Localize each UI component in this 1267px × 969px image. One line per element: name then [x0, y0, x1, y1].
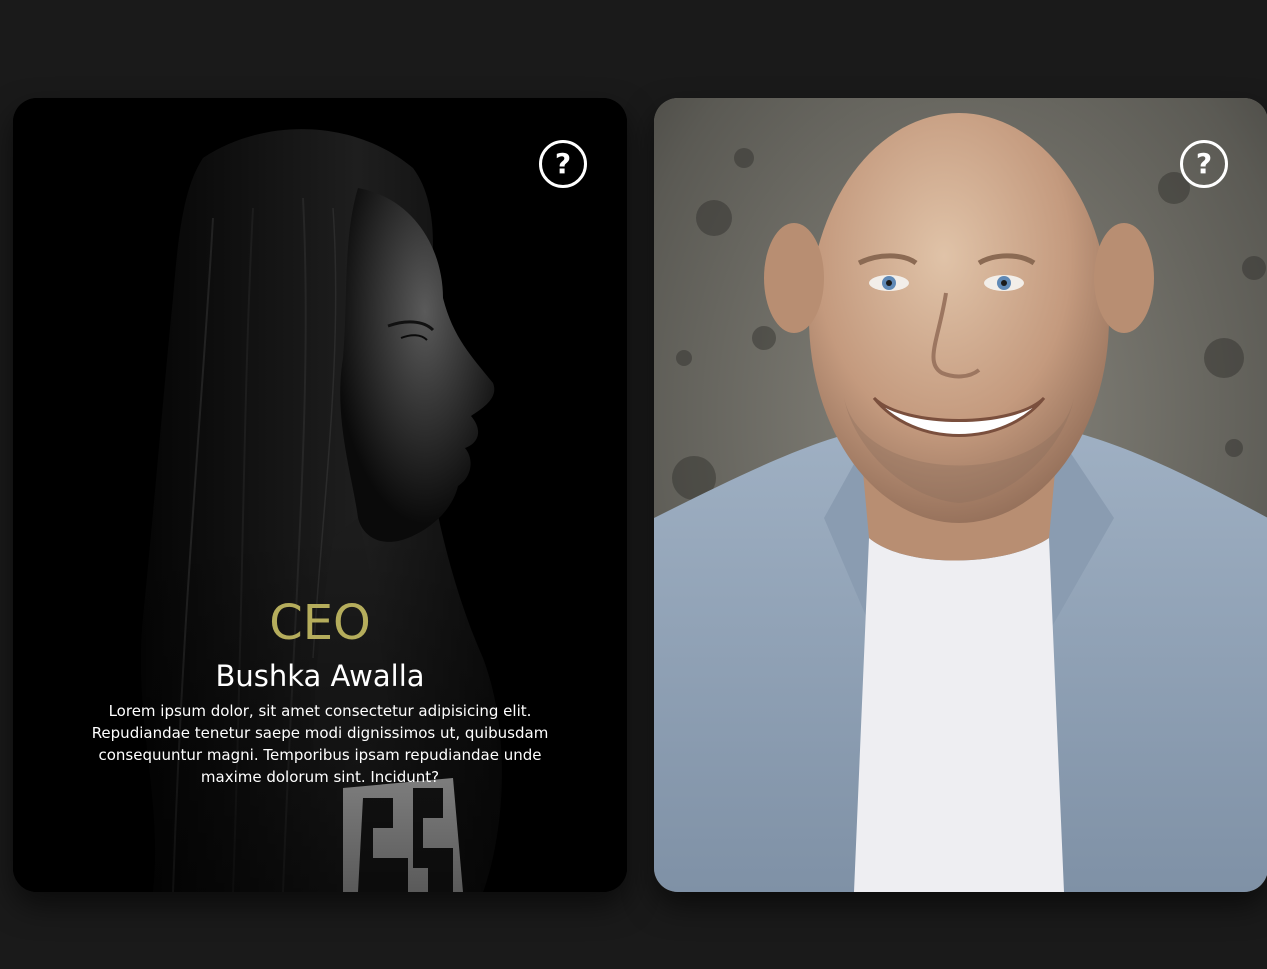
card-name: Bushka Awalla [215, 659, 425, 693]
team-cards-page: ? CEO Bushka Awalla Lorem ipsum dolor, s… [0, 0, 1267, 969]
card-description: Lorem ipsum dolor, sit amet consectetur … [91, 702, 549, 786]
team-card-ceo[interactable]: ? CEO Bushka Awalla Lorem ipsum dolor, s… [13, 98, 627, 892]
team-card-2[interactable]: ? [654, 98, 1267, 892]
card-role: CEO [269, 595, 371, 651]
man-portrait-photo [654, 98, 1267, 892]
help-question-icon[interactable]: ? [1180, 140, 1228, 188]
card-caption: CEO Bushka Awalla Lorem ipsum dolor, sit… [13, 592, 627, 788]
help-question-icon[interactable]: ? [539, 140, 587, 188]
